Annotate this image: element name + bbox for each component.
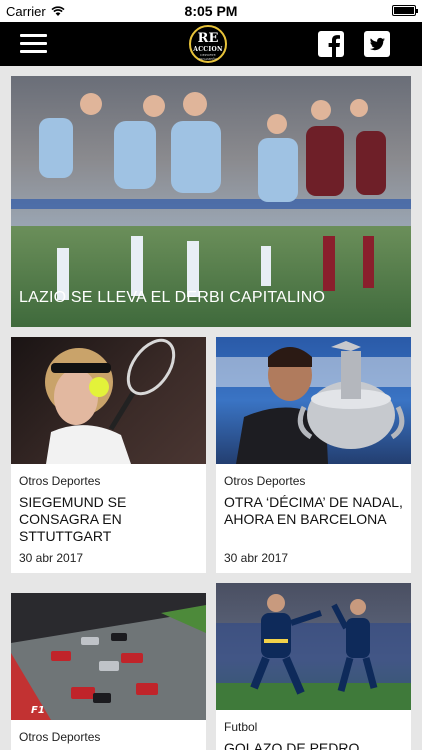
- featured-article-card[interactable]: LAZIO SE LLEVA EL DERBI CAPITALINO: [11, 76, 411, 327]
- article-category: Futbol: [224, 720, 258, 734]
- formula1-race-photo: F1: [11, 593, 206, 720]
- twitter-button[interactable]: [364, 31, 390, 57]
- featured-article-title: LAZIO SE LLEVA EL DERBI CAPITALINO: [19, 289, 326, 306]
- top-nav-bar: RE ACCION DEPORTE PANAMEÑO: [0, 22, 422, 66]
- svg-text:F1: F1: [31, 705, 45, 716]
- status-bar: Carrier 8:05 PM: [0, 0, 422, 22]
- logo-tagline: DEPORTE PANAMEÑO: [198, 53, 218, 61]
- status-time: 8:05 PM: [184, 3, 238, 19]
- article-category: Otros Deportes: [19, 730, 101, 744]
- facebook-icon: [328, 35, 340, 57]
- logo-text-re: RE: [197, 31, 219, 46]
- article-card-nadal[interactable]: Otros Deportes OTRA ‘DÉCIMA’ DE NADAL, A…: [216, 337, 411, 573]
- facebook-button[interactable]: [318, 31, 344, 57]
- article-category: Otros Deportes: [19, 474, 101, 488]
- article-date: 30 abr 2017: [224, 551, 289, 565]
- article-date: 30 abr 2017: [19, 551, 84, 565]
- hamburger-menu-button[interactable]: [20, 34, 47, 54]
- article-image-chelsea: [216, 583, 411, 710]
- article-category: Otros Deportes: [224, 474, 306, 488]
- article-title: GOLAZO DE PEDRO: [224, 740, 360, 750]
- article-image-trophy: [216, 337, 411, 464]
- article-card-formula1[interactable]: F1 Otros Deportes: [11, 593, 206, 750]
- battery-icon: [392, 5, 418, 16]
- football-goal-photo: [216, 594, 411, 710]
- logo-text-accion: ACCION: [193, 46, 223, 53]
- article-image-f1: F1: [11, 593, 206, 720]
- news-feed[interactable]: LAZIO SE LLEVA EL DERBI CAPITALINO Otros…: [0, 66, 422, 750]
- article-image-tennis: [11, 337, 206, 464]
- article-card-pedro[interactable]: Futbol GOLAZO DE PEDRO: [216, 583, 411, 750]
- twitter-icon: [369, 37, 385, 51]
- article-title: SIEGEMUND SE CONSAGRA EN STTUTTGART: [19, 494, 127, 544]
- trophy-celebration-photo: [216, 341, 411, 464]
- tennis-player-photo: [45, 338, 176, 464]
- article-title: OTRA ‘DÉCIMA’ DE NADAL, AHORA EN BARCELO…: [224, 494, 403, 527]
- app-logo[interactable]: RE ACCION DEPORTE PANAMEÑO: [189, 25, 227, 63]
- article-card-siegemund[interactable]: Otros Deportes SIEGEMUND SE CONSAGRA EN …: [11, 337, 206, 573]
